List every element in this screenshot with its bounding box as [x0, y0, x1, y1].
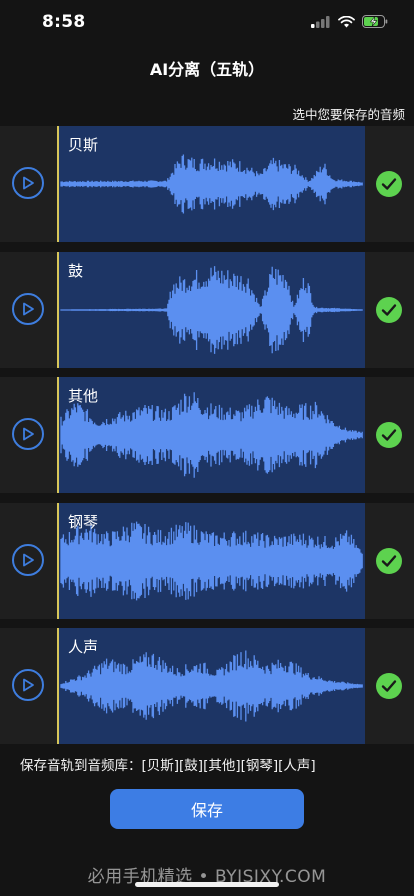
home-indicator[interactable]	[135, 882, 279, 887]
waveform-area[interactable]: 鼓	[57, 252, 365, 368]
play-button[interactable]	[12, 669, 44, 701]
play-icon	[23, 427, 34, 441]
waveform-area[interactable]: 钢琴	[57, 503, 365, 619]
playhead-cursor[interactable]	[57, 377, 59, 493]
checkmark-icon	[381, 680, 397, 692]
waveform-area[interactable]: 人声	[57, 628, 365, 744]
track-row[interactable]: 其他	[0, 377, 414, 493]
waveform	[60, 392, 363, 478]
play-icon	[23, 302, 34, 316]
wifi-icon	[338, 15, 355, 27]
cellular-signal-icon	[311, 15, 330, 28]
playhead-cursor[interactable]	[57, 252, 59, 368]
checkmark-icon	[381, 429, 397, 441]
waveform	[60, 650, 363, 722]
checkmark-icon	[381, 555, 397, 567]
checkmark-icon	[381, 304, 397, 316]
waveform	[60, 521, 363, 601]
checkmark-icon	[381, 178, 397, 190]
track-name: 其他	[68, 387, 99, 405]
track-name: 鼓	[68, 262, 84, 280]
waveform	[60, 154, 363, 214]
play-icon	[23, 553, 34, 567]
select-checkbox[interactable]	[376, 548, 402, 574]
save-library-text: 保存音轨到音频库：[贝斯][鼓][其他][钢琴][人声]	[20, 758, 316, 774]
play-icon	[23, 678, 34, 692]
select-checkbox[interactable]	[376, 171, 402, 197]
track-row[interactable]: 贝斯	[0, 126, 414, 242]
page-title: AI分离（五轨）	[149, 60, 265, 79]
battery-charging-icon	[362, 15, 388, 28]
play-button[interactable]	[12, 418, 44, 450]
playhead-cursor[interactable]	[57, 503, 59, 619]
status-bar: 8:58	[0, 0, 414, 48]
select-checkbox[interactable]	[376, 297, 402, 323]
playhead-cursor[interactable]	[57, 628, 59, 744]
play-button[interactable]	[12, 167, 44, 199]
status-time: 8:58	[42, 12, 86, 32]
waveform	[60, 266, 363, 354]
play-icon	[23, 176, 34, 190]
playhead-cursor[interactable]	[57, 126, 59, 242]
track-row[interactable]: 鼓	[0, 252, 414, 368]
waveform-area[interactable]: 其他	[57, 377, 365, 493]
play-button[interactable]	[12, 293, 44, 325]
select-hint: 选中您要保存的音频	[292, 107, 405, 122]
track-row[interactable]: 人声	[0, 628, 414, 744]
track-name: 钢琴	[68, 513, 99, 531]
track-row[interactable]: 钢琴	[0, 503, 414, 619]
track-name: 贝斯	[68, 136, 99, 154]
select-checkbox[interactable]	[376, 422, 402, 448]
play-button[interactable]	[12, 544, 44, 576]
waveform-area[interactable]: 贝斯	[57, 126, 365, 242]
select-checkbox[interactable]	[376, 673, 402, 699]
track-name: 人声	[68, 638, 99, 656]
save-button[interactable]: 保存	[110, 789, 304, 829]
